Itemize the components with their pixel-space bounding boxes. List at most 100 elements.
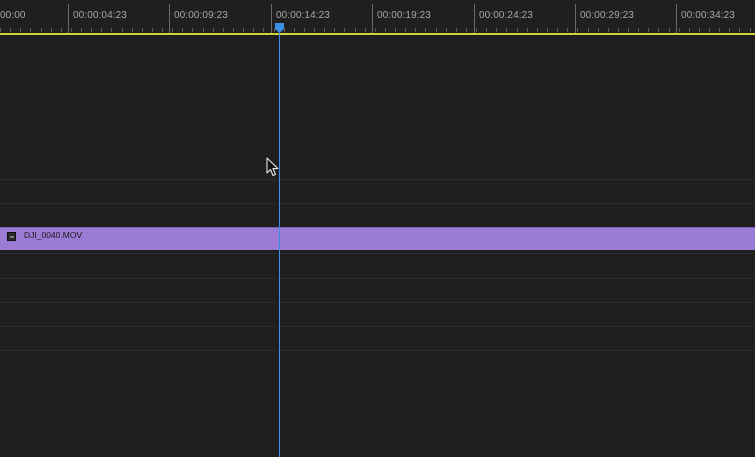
ruler-minor-tick — [557, 28, 558, 32]
ruler-minor-tick — [476, 28, 477, 32]
ruler-minor-tick — [588, 28, 589, 32]
playhead-line[interactable] — [279, 27, 280, 457]
ruler-minor-tick — [41, 28, 42, 32]
ruler-major-tick — [575, 4, 576, 34]
ruler-minor-tick — [517, 28, 518, 32]
ruler-minor-tick — [385, 28, 386, 32]
ruler-minor-tick — [162, 28, 163, 32]
track-divider — [0, 350, 755, 351]
ruler-minor-tick — [486, 28, 487, 32]
ruler-minor-tick — [334, 28, 335, 32]
ruler-minor-tick — [172, 28, 173, 32]
ruler-major-tick — [474, 4, 475, 34]
ruler-minor-tick — [182, 28, 183, 32]
timecode-label: 00:00 — [0, 10, 26, 21]
ruler-minor-tick — [608, 28, 609, 32]
ruler-minor-tick — [527, 28, 528, 32]
video-clip[interactable]: DJI_0040.MOV — [0, 227, 755, 250]
ruler-minor-tick — [729, 28, 730, 32]
ruler-minor-tick — [699, 28, 700, 32]
ruler-minor-tick — [466, 28, 467, 32]
ruler-minor-tick — [10, 28, 11, 32]
ruler-minor-tick — [658, 28, 659, 32]
ruler-major-tick — [372, 4, 373, 34]
ruler-minor-tick — [152, 28, 153, 32]
timecode-label: 00:00:04:23 — [73, 10, 127, 21]
video-clip-icon — [7, 232, 16, 241]
ruler-minor-tick — [0, 28, 1, 32]
track-divider — [0, 302, 755, 303]
clip-name: DJI_0040.MOV — [24, 230, 83, 240]
ruler-minor-tick — [213, 28, 214, 32]
ruler-minor-tick — [375, 28, 376, 32]
ruler-major-tick — [68, 4, 69, 34]
timecode-label: 00:00:24:23 — [479, 10, 533, 21]
ruler-minor-tick — [750, 28, 751, 32]
ruler-minor-tick — [355, 28, 356, 32]
ruler-minor-tick — [243, 28, 244, 32]
track-divider — [0, 278, 755, 279]
ruler-minor-tick — [436, 28, 437, 32]
track-divider — [0, 179, 755, 180]
ruler-minor-tick — [192, 28, 193, 32]
ruler-minor-tick — [456, 28, 457, 32]
ruler-minor-tick — [20, 28, 21, 32]
timecode-label: 00:00:09:23 — [174, 10, 228, 21]
ruler-minor-tick — [233, 28, 234, 32]
ruler-minor-tick — [223, 28, 224, 32]
ruler-minor-tick — [446, 28, 447, 32]
ruler-minor-tick — [142, 28, 143, 32]
ruler-minor-tick — [122, 28, 123, 32]
ruler-minor-tick — [739, 28, 740, 32]
ruler-minor-tick — [415, 28, 416, 32]
ruler-minor-tick — [71, 28, 72, 32]
ruler-major-tick — [676, 4, 677, 34]
ruler-minor-tick — [314, 28, 315, 32]
ruler-minor-tick — [61, 28, 62, 32]
ruler-minor-tick — [263, 28, 264, 32]
ruler-minor-tick — [598, 28, 599, 32]
ruler-minor-tick — [669, 28, 670, 32]
ruler-minor-tick — [425, 28, 426, 32]
ruler-minor-tick — [679, 28, 680, 32]
ruler-minor-tick — [506, 28, 507, 32]
playhead-handle[interactable] — [275, 23, 284, 33]
mouse-pointer-icon — [266, 157, 279, 177]
ruler-minor-tick — [709, 28, 710, 32]
ruler-minor-tick — [51, 28, 52, 32]
ruler-minor-tick — [395, 28, 396, 32]
ruler-minor-tick — [30, 28, 31, 32]
ruler-minor-tick — [628, 28, 629, 32]
ruler-minor-tick — [577, 28, 578, 32]
work-area-bar[interactable] — [0, 33, 755, 35]
ruler-minor-tick — [324, 28, 325, 32]
ruler-major-tick — [271, 4, 272, 34]
track-divider — [0, 253, 755, 254]
ruler-minor-tick — [567, 28, 568, 32]
timecode-label: 00:00:19:23 — [377, 10, 431, 21]
ruler-minor-tick — [81, 28, 82, 32]
ruler-minor-tick — [284, 28, 285, 32]
ruler-minor-tick — [537, 28, 538, 32]
timecode-label: 00:00:29:23 — [580, 10, 634, 21]
ruler-minor-tick — [304, 28, 305, 32]
timeline-panel[interactable]: 00:00 00:00:04:23 00:00:09:23 00:00:14:2… — [0, 0, 755, 457]
timecode-label: 00:00:14:23 — [276, 10, 330, 21]
ruler-minor-tick — [638, 28, 639, 32]
ruler-major-tick — [169, 4, 170, 34]
ruler-minor-tick — [365, 28, 366, 32]
time-ruler[interactable]: 00:00 00:00:04:23 00:00:09:23 00:00:14:2… — [0, 0, 755, 35]
ruler-minor-tick — [253, 28, 254, 32]
ruler-minor-tick — [91, 28, 92, 32]
ruler-minor-tick — [618, 28, 619, 32]
ruler-minor-tick — [689, 28, 690, 32]
ruler-minor-tick — [405, 28, 406, 32]
ruler-minor-tick — [294, 28, 295, 32]
ruler-minor-tick — [496, 28, 497, 32]
ruler-minor-tick — [111, 28, 112, 32]
ruler-minor-tick — [648, 28, 649, 32]
ruler-minor-tick — [132, 28, 133, 32]
ruler-minor-tick — [719, 28, 720, 32]
track-divider — [0, 203, 755, 204]
track-divider — [0, 326, 755, 327]
